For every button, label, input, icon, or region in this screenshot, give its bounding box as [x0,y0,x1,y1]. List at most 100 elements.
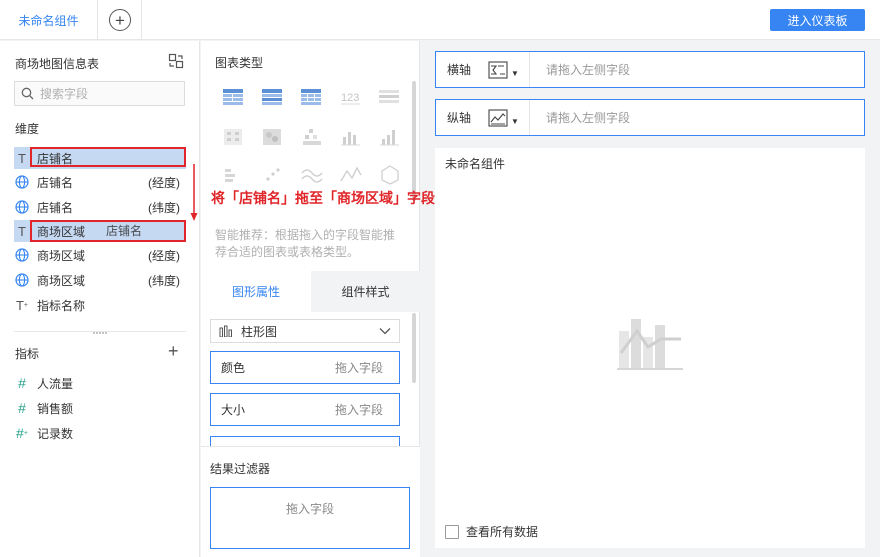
svg-text:123: 123 [341,92,359,104]
cross-table-icon[interactable] [299,85,325,109]
field-suffix: (经度) [148,248,180,263]
field-suffix: (经度) [148,175,180,190]
x-axis-placeholder: 请拖入左侧字段 [546,63,631,77]
number-calc-icon: # + [16,425,28,441]
highlight-box-mall-area [30,220,186,242]
axis-sort-icon [488,60,508,79]
chart-config-panel: 图表类型 123 智能推荐：根据拖入的字段智能推荐合适的图表或表格类型。 ⋮ 图… [201,41,420,557]
field-label: 商场区域 [37,248,86,263]
search-icon [21,87,34,100]
enter-dashboard-button[interactable]: 进入仪表板 [770,9,865,31]
chart-type-select[interactable]: 柱形图 [210,319,400,343]
view-all-checkbox[interactable] [445,524,459,539]
caret-down-icon: ▼ [511,117,519,126]
field-label: 销售额 [37,401,74,416]
field-item-mall-area-lat[interactable]: 商场区域 (纬度) [14,269,186,291]
view-all-data-toggle[interactable]: 查看所有数据 [445,523,538,540]
bar-chart-icon[interactable] [338,125,364,149]
heatmap-icon[interactable] [260,125,286,149]
y-axis-sort-button[interactable]: ▼ [482,100,530,135]
table-chart-icon[interactable] [221,85,247,109]
chart-type-title: 图表类型 [215,56,264,70]
tab-untitled-component[interactable]: 未命名组件 [0,0,98,40]
dot-matrix-icon[interactable] [221,125,247,149]
field-item-sales[interactable]: # 销售额 [14,397,186,419]
property-scrollbar[interactable] [412,313,416,383]
prop-label: 颜色 [221,361,246,375]
globe-icon [14,174,30,190]
x-axis-sort-button[interactable]: ▼ [482,52,530,87]
stacked-bar-icon[interactable] [221,163,247,187]
tab-component-style[interactable]: 组件样式 [311,271,420,312]
field-label: 人流量 [37,376,74,391]
table-name: 商场地图信息表 [15,57,100,71]
dimension-title: 维度 [15,122,40,136]
radar-line-icon[interactable] [338,163,364,187]
x-axis-row[interactable]: 横轴 ▼ 请拖入左侧字段 [435,51,865,88]
group-table-icon[interactable] [260,85,286,109]
column-chart-icon[interactable] [377,125,403,149]
drop-hint: 拖入字段 [334,403,383,417]
tab-graphic-properties[interactable]: 图形属性 [201,271,311,312]
text-type-icon: T [18,150,26,166]
chart-type-scrollbar[interactable] [412,81,416,201]
globe-icon [14,272,30,288]
smart-recommend-tip: 智能推荐：根据拖入的字段智能推荐合适的图表或表格类型。 [215,228,396,259]
x-axis-label: 横轴 [447,63,472,77]
chart-type-label: 柱形图 [241,324,278,339]
y-axis-placeholder: 请拖入左侧字段 [546,111,631,125]
line-chart-icon[interactable] [299,163,325,187]
component-title[interactable]: 未命名组件 [445,155,505,172]
search-input[interactable]: 搜索字段 [14,81,185,106]
chart-canvas: 未命名组件 查看所有数据 [435,148,865,548]
caret-down-icon: ▼ [511,69,519,78]
y-axis-label: 纵轴 [447,111,472,125]
drop-hint: 拖入字段 [334,361,383,375]
filter-title: 结果过滤器 [210,462,271,476]
switch-table-icon[interactable] [168,53,184,69]
y-axis-row[interactable]: 纵轴 ▼ 请拖入左侧字段 [435,99,865,136]
scatter-chart-icon[interactable] [260,163,286,187]
prop-label: 大小 [221,403,246,417]
field-label: 指标名称 [37,298,86,313]
globe-icon [14,199,30,215]
color-drop-zone[interactable]: 颜色 拖入字段 [210,351,400,384]
resize-handle-icon[interactable] [92,331,108,335]
kpi-number-icon[interactable]: 123 [338,85,364,109]
number-type-icon: # [18,400,26,416]
top-bar: 未命名组件 + 进入仪表板 [0,0,880,40]
globe-icon [14,247,30,263]
field-label: 商场区域 [37,273,86,288]
field-label: 店铺名 [37,200,74,215]
field-label: 记录数 [37,426,74,441]
size-drop-zone[interactable]: 大小 拖入字段 [210,393,400,426]
result-filter-section: 结果过滤器 拖入字段 [201,446,420,557]
add-metric-button[interactable]: + [168,342,179,360]
chevron-down-icon [379,328,391,335]
view-all-label: 查看所有数据 [466,525,539,539]
field-item-mall-area-lng[interactable]: 商场区域 (经度) [14,244,186,266]
field-item-record-count[interactable]: # + 记录数 [14,422,186,444]
axis-line-icon [488,108,508,127]
text-type-icon: T [18,223,26,239]
field-suffix: (纬度) [148,200,180,215]
text-calc-icon: T + [15,297,29,313]
number-type-icon: # [18,375,26,391]
empty-chart-icon [617,319,683,370]
field-item-traffic[interactable]: # 人流量 [14,372,186,394]
scatter-grid-icon[interactable] [299,125,325,149]
annotation-arrow [190,164,198,221]
field-label: 店铺名 [37,175,74,190]
polygon-chart-icon[interactable] [377,163,403,187]
detail-table-icon[interactable] [377,85,403,109]
tab-divider [141,0,142,40]
field-item-metric-name[interactable]: T + 指标名称 [14,294,186,316]
field-panel: 商场地图信息表 搜索字段 维度 T 店铺名 店铺名 (经度) 店铺名 (纬度) … [0,41,200,557]
field-item-store-lat[interactable]: 店铺名 (纬度) [14,196,186,218]
add-tab-button[interactable]: + [109,9,131,31]
property-tabs: ⋮ 图形属性 组件样式 [201,271,420,312]
field-item-store-lng[interactable]: 店铺名 (经度) [14,171,186,193]
field-suffix: (纬度) [148,273,180,288]
highlight-box-store-name [30,147,186,167]
filter-drop-zone[interactable]: 拖入字段 [210,487,410,549]
